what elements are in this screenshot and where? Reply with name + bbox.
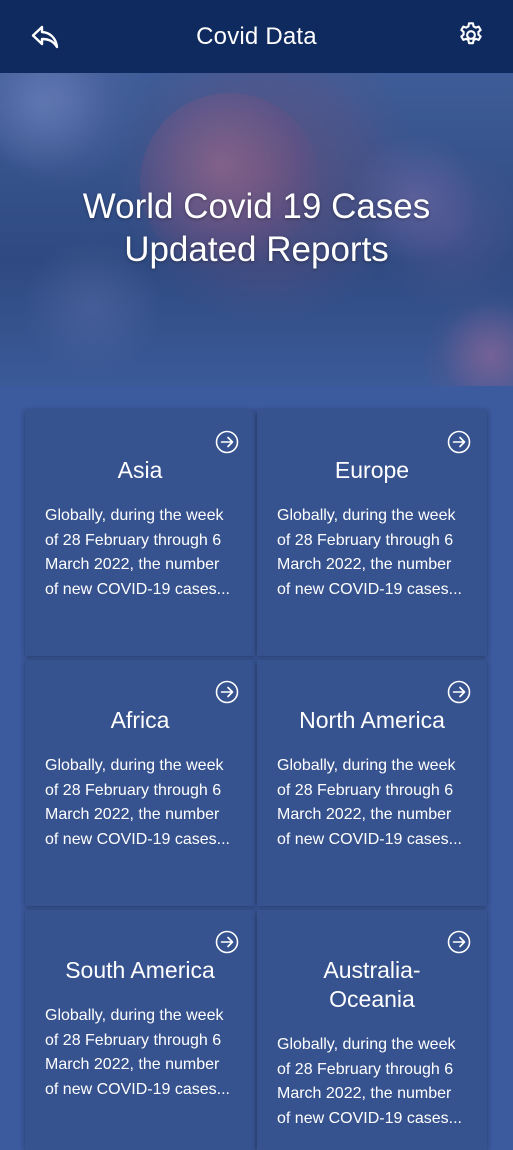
region-name: North America [299,707,445,733]
gear-icon[interactable] [457,21,485,49]
app-title: Covid Data [196,22,317,50]
region-card-asia[interactable]: Asia Globally, during the week of 28 Feb… [25,410,255,656]
arrow-circle-right-icon[interactable] [215,680,239,704]
region-name: Asia [117,457,163,483]
virus-illustration [440,303,513,386]
region-card-australia-oceania[interactable]: Australia-Oceania Globally, during the w… [257,910,487,1150]
region-name: Europe [334,457,410,483]
region-card-south-america[interactable]: South America Globally, during the week … [25,910,255,1150]
app-header: Covid Data [0,0,513,73]
region-description: Globally, during the week of 28 February… [45,1007,230,1098]
region-name: Australia-Oceania [323,957,421,1012]
arrow-circle-right-icon[interactable] [447,930,471,954]
hero-title: World Covid 19 Cases Updated Reports [82,187,431,269]
arrow-circle-right-icon[interactable] [447,680,471,704]
arrow-circle-right-icon[interactable] [447,430,471,454]
virus-illustration [0,73,110,173]
arrow-circle-right-icon[interactable] [215,430,239,454]
region-description: Globally, during the week of 28 February… [277,757,462,848]
hero-banner: World Covid 19 Cases Updated Reports [0,73,513,386]
region-name: Africa [110,707,170,733]
region-card-africa[interactable]: Africa Globally, during the week of 28 F… [25,660,255,906]
region-description: Globally, during the week of 28 February… [45,507,230,598]
reply-arrow-icon[interactable] [30,22,60,52]
region-card-north-america[interactable]: North America Globally, during the week … [257,660,487,906]
region-name: South America [65,957,215,983]
region-description: Globally, during the week of 28 February… [45,757,230,848]
region-description: Globally, during the week of 28 February… [277,507,462,598]
arrow-circle-right-icon[interactable] [215,930,239,954]
region-description: Globally, during the week of 28 February… [277,1036,462,1127]
region-card-europe[interactable]: Europe Globally, during the week of 28 F… [257,410,487,656]
